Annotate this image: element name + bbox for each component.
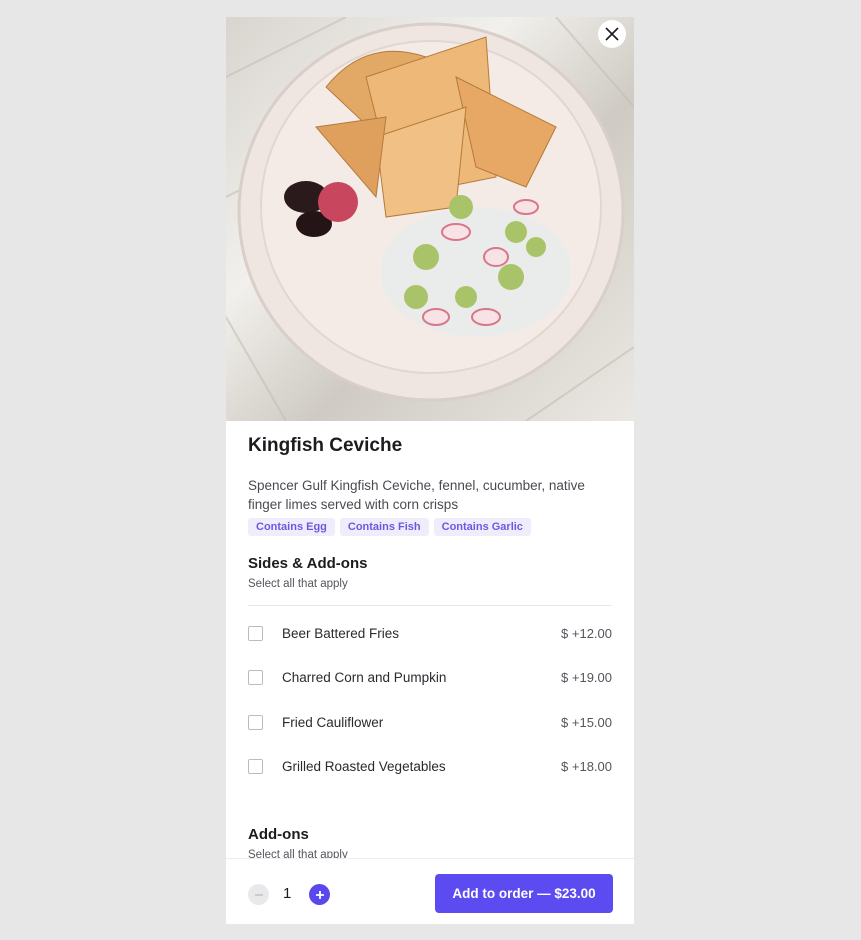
dietary-tags: Contains Egg Contains Fish Contains Garl… [248,518,531,536]
option-charred-corn-pumpkin[interactable]: Charred Corn and Pumpkin $ +19.00 [248,665,612,689]
tag-contains-egg: Contains Egg [248,518,335,536]
tag-contains-garlic: Contains Garlic [433,518,531,536]
order-footer: 1 Add to order — $23.00 [226,858,634,924]
option-checkbox[interactable] [248,669,263,685]
item-title: Kingfish Ceviche [248,435,403,456]
option-checkbox[interactable] [248,625,263,641]
option-price: $ +18.00 [561,758,612,774]
dish-image-illustration [226,17,634,421]
option-label: Fried Cauliflower [282,714,384,730]
item-description: Spencer Gulf Kingfish Ceviche, fennel, c… [248,478,585,512]
option-price: $ +12.00 [561,625,612,641]
option-price: $ +19.00 [561,669,612,685]
option-checkbox[interactable] [248,758,263,774]
item-modal: Kingfish Ceviche Spencer Gulf Kingfish C… [226,17,634,924]
option-price: $ +15.00 [561,714,612,730]
option-grilled-roasted-vegetables[interactable]: Grilled Roasted Vegetables $ +18.00 [248,754,612,778]
close-button[interactable] [598,20,626,48]
option-fried-cauliflower[interactable]: Fried Cauliflower $ +15.00 [248,710,612,734]
option-checkbox[interactable] [248,714,263,730]
quantity-value: 1 [283,885,292,902]
option-beer-battered-fries[interactable]: Beer Battered Fries $ +12.00 [248,621,612,645]
tag-contains-fish: Contains Fish [339,518,429,536]
sides-section-title: Sides & Add-ons [248,555,368,572]
close-icon [605,27,619,41]
option-label: Beer Battered Fries [282,625,400,641]
increase-quantity-button[interactable] [309,884,330,905]
option-label: Charred Corn and Pumpkin [282,669,447,685]
plus-icon [315,890,324,899]
minus-icon [254,893,263,896]
add-to-order-button[interactable]: Add to order — $23.00 [435,874,613,913]
decrease-quantity-button[interactable] [248,884,269,905]
addons-section-title: Add-ons [248,826,309,843]
sides-section-subtitle: Select all that apply [248,578,348,590]
dish-photo [226,17,634,421]
section-divider [248,605,612,606]
option-label: Grilled Roasted Vegetables [282,758,446,774]
